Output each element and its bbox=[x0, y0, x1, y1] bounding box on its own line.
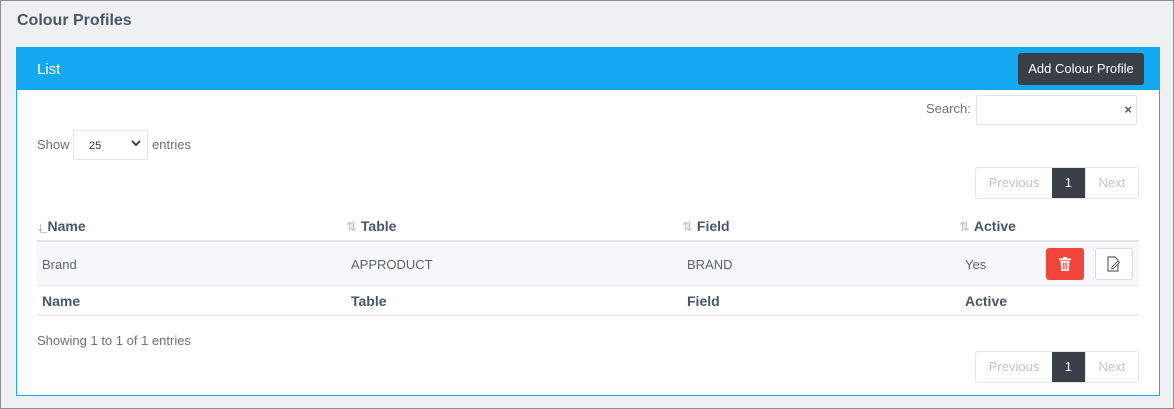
entries-label: entries bbox=[152, 137, 192, 152]
column-header-field[interactable]: ⇅ Field bbox=[682, 218, 730, 235]
cell-active: Yes bbox=[965, 257, 987, 272]
pagination-bottom: Previous 1 Next bbox=[975, 351, 1139, 383]
search-label: Search: bbox=[926, 101, 971, 116]
pagination-page-1[interactable]: 1 bbox=[1052, 352, 1085, 382]
app-frame: Colour Profiles List Add Colour Profile … bbox=[0, 0, 1174, 409]
sort-asc-icon: ↓̲ bbox=[37, 219, 44, 234]
footer-table: Table bbox=[351, 293, 387, 309]
pagination-previous[interactable]: Previous bbox=[976, 168, 1052, 198]
table-header-row: ↓̲ Name ⇅ Table ⇅ Field ⇅ Active bbox=[37, 214, 1139, 242]
delete-button[interactable] bbox=[1046, 248, 1084, 280]
footer-active: Active bbox=[965, 293, 1008, 309]
sort-icon: ⇅ bbox=[959, 219, 970, 234]
cell-table: APPRODUCT bbox=[351, 257, 433, 272]
edit-button[interactable] bbox=[1095, 248, 1133, 280]
entries-value: 25 bbox=[89, 140, 102, 152]
column-header-active[interactable]: ⇅ Active bbox=[959, 218, 1016, 235]
table-row: Brand APPRODUCT BRAND Yes bbox=[37, 242, 1139, 286]
add-colour-profile-button[interactable]: Add Colour Profile bbox=[1018, 53, 1144, 85]
panel-header: List Add Colour Profile bbox=[17, 48, 1159, 90]
edit-icon bbox=[1107, 256, 1121, 272]
cell-field: BRAND bbox=[687, 257, 733, 272]
entries-per-page-select[interactable]: 25 bbox=[73, 130, 148, 160]
pagination-previous[interactable]: Previous bbox=[976, 352, 1052, 382]
cell-name: Brand bbox=[42, 257, 77, 272]
pagination-page-1[interactable]: 1 bbox=[1052, 168, 1085, 198]
page-title: Colour Profiles bbox=[17, 12, 132, 29]
list-panel: List Add Colour Profile Search: × Show 2… bbox=[16, 47, 1160, 396]
show-label: Show bbox=[37, 137, 70, 152]
pagination-next[interactable]: Next bbox=[1084, 352, 1138, 382]
table-footer-row: Name Table Field Active bbox=[37, 286, 1139, 316]
clear-search-icon[interactable]: × bbox=[1124, 102, 1132, 117]
column-header-table[interactable]: ⇅ Table bbox=[346, 218, 396, 235]
sort-icon: ⇅ bbox=[346, 219, 357, 234]
panel-title: List bbox=[37, 61, 61, 78]
pagination-top: Previous 1 Next bbox=[975, 167, 1139, 199]
trash-icon bbox=[1059, 257, 1071, 271]
column-header-name[interactable]: ↓̲ Name bbox=[37, 218, 86, 234]
chevron-down-icon bbox=[131, 137, 141, 151]
footer-name: Name bbox=[42, 293, 81, 309]
search-input[interactable]: × bbox=[976, 95, 1137, 125]
sort-icon: ⇅ bbox=[682, 219, 693, 234]
pagination-next[interactable]: Next bbox=[1084, 168, 1138, 198]
footer-field: Field bbox=[687, 293, 720, 309]
table-info: Showing 1 to 1 of 1 entries bbox=[37, 333, 191, 348]
